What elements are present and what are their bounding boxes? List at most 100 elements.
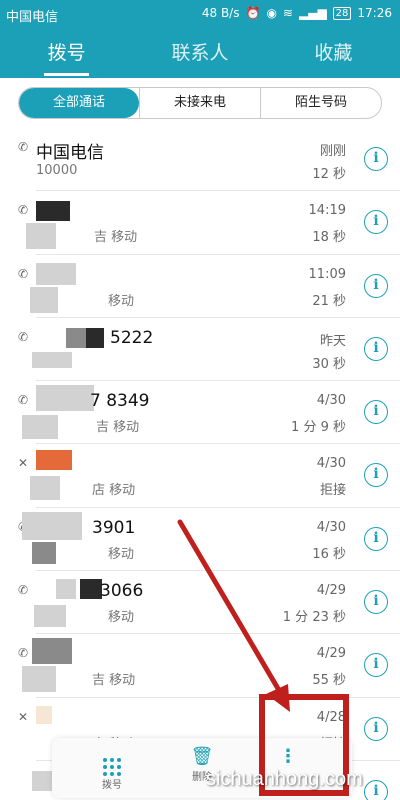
status-bar: 中国电信 48 B/s ⏰ ◉ ≋ ▂▄▆ 28 17:26: [0, 0, 400, 28]
tab-favorites[interactable]: 收藏: [267, 30, 400, 76]
redacted-block: [32, 770, 52, 791]
redacted-block: [36, 262, 76, 285]
filter-missed-calls[interactable]: 未接来电: [139, 88, 260, 118]
outgoing-call-icon: ✆: [18, 140, 29, 154]
info-icon[interactable]: i: [364, 400, 388, 425]
filter-unknown-numbers[interactable]: 陌生号码: [260, 88, 381, 118]
caller-name: 7 8349: [90, 391, 150, 412]
dialpad-icon: [82, 746, 142, 776]
caller-number: 移动: [108, 546, 135, 562]
call-log-row[interactable]: ✆ 3901 移动 4/30 16 秒 i: [18, 508, 400, 572]
call-time: 14:19: [308, 203, 346, 219]
redacted-block: [36, 385, 94, 412]
redacted-block: [86, 327, 104, 348]
redacted-block: [22, 666, 56, 693]
outgoing-call-icon: ✆: [18, 329, 29, 344]
caller-name: 中国电信: [36, 143, 104, 163]
redacted-block: [26, 223, 56, 250]
call-duration: 16 秒: [312, 546, 346, 562]
main-tabs: 拨号 联系人 收藏: [0, 30, 400, 76]
call-time: 昨天: [319, 333, 346, 349]
status-right: 48 B/s ⏰ ◉ ≋ ▂▄▆ 28 17:26: [202, 6, 392, 20]
outgoing-call-icon: ✆: [18, 583, 29, 598]
caller-name: 3066: [100, 581, 144, 602]
info-icon[interactable]: i: [364, 653, 388, 678]
signal-icon: ▂▄▆: [298, 6, 327, 20]
call-time: 4/28: [316, 709, 346, 725]
redacted-block: [32, 351, 72, 368]
outgoing-call-icon: ✆: [18, 203, 29, 218]
eye-icon: ◉: [266, 6, 277, 20]
redacted-block: [22, 511, 82, 540]
filter-all-calls[interactable]: 全部通话: [19, 88, 139, 118]
call-log: ✆ 中国电信 10000 刚刚 12 秒 i ✆ 吉 移动 14:19 18 秒…: [0, 128, 400, 800]
call-log-row[interactable]: ✆ 3066 移动 4/29 1 分 23 秒 i: [18, 571, 400, 635]
call-time: 4/30: [316, 519, 346, 535]
clock: 17:26: [357, 6, 392, 20]
redacted-block: [36, 450, 72, 471]
call-time: 11:09: [308, 266, 346, 282]
call-time: 刚刚: [319, 144, 346, 159]
tab-contacts[interactable]: 联系人: [133, 30, 266, 76]
rejected-call-icon: ✕: [18, 456, 29, 471]
trash-icon: 🗑: [190, 746, 214, 767]
dialpad-label: 拨号: [102, 780, 122, 791]
info-icon[interactable]: i: [364, 779, 388, 800]
info-icon[interactable]: i: [364, 147, 388, 171]
caller-number: 吉 移动: [94, 230, 138, 246]
caller-number: 店 移动: [92, 483, 136, 499]
redacted-block: [30, 286, 58, 313]
redacted-block: [80, 579, 102, 600]
outgoing-call-icon: ✆: [18, 646, 29, 661]
redacted-block: [32, 541, 56, 564]
call-duration: 拒接: [319, 483, 346, 499]
call-log-row[interactable]: ✆ 7 8349 吉 移动 4/30 1 分 9 秒 i: [18, 381, 400, 445]
tab-dial[interactable]: 拨号: [0, 30, 133, 76]
caller-number: 移动: [108, 610, 135, 626]
info-icon[interactable]: i: [364, 336, 388, 361]
info-icon[interactable]: i: [364, 463, 388, 488]
more-vertical-icon: ⋮: [279, 746, 297, 767]
info-icon[interactable]: i: [364, 716, 388, 741]
outgoing-call-icon: ✆: [18, 266, 29, 281]
network-speed: 48 B/s: [201, 6, 240, 20]
redacted-block: [34, 605, 66, 628]
redacted-block: [56, 579, 76, 600]
call-log-row[interactable]: ✆ 中国电信 10000 刚刚 12 秒 i: [18, 128, 400, 192]
call-time: 4/30: [316, 393, 346, 409]
call-duration: 18 秒: [312, 230, 346, 246]
call-log-row[interactable]: ✕ 店 移动 4/30 拒接 i: [18, 444, 400, 508]
wifi-icon: ≋: [282, 6, 293, 20]
info-icon[interactable]: i: [364, 210, 388, 235]
call-log-row[interactable]: ✆ 移动 11:09 21 秒 i: [18, 255, 400, 318]
call-duration: 30 秒: [312, 356, 346, 372]
redacted-block: [66, 327, 86, 348]
call-duration: 21 秒: [312, 293, 346, 309]
header: 中国电信 48 B/s ⏰ ◉ ≋ ▂▄▆ 28 17:26 拨号 联系人 收藏: [0, 0, 400, 78]
call-log-row[interactable]: ✆ 吉 移动 4/29 55 秒 i: [18, 634, 400, 698]
call-duration: 1 分 23 秒: [282, 610, 346, 626]
call-log-row[interactable]: ✆ 5222 昨天 30 秒 i: [18, 318, 400, 382]
caller-number: 吉 移动: [92, 673, 136, 689]
redacted-block: [36, 705, 52, 724]
call-duration: 55 秒: [312, 673, 346, 689]
call-log-row[interactable]: ✆ 吉 移动 14:19 18 秒 i: [18, 191, 400, 255]
info-icon[interactable]: i: [364, 526, 388, 551]
caller-name: 3901: [92, 517, 136, 538]
redacted-block: [32, 638, 72, 665]
redacted-block: [30, 476, 60, 501]
rejected-call-icon: ✕: [18, 709, 29, 724]
caller-number: 吉 移动: [96, 420, 140, 436]
call-time: 4/29: [316, 646, 346, 662]
caller-name: 5222: [110, 327, 154, 348]
call-time: 4/29: [316, 583, 346, 599]
dialpad-button[interactable]: 拨号: [82, 746, 142, 791]
info-icon[interactable]: i: [364, 273, 388, 298]
battery-icon: 28: [332, 6, 352, 20]
carrier-label: 中国电信: [6, 10, 59, 25]
more-button[interactable]: ⋮: [258, 746, 318, 768]
call-duration: 1 分 9 秒: [291, 420, 346, 436]
call-duration: 12 秒: [312, 167, 346, 182]
call-time: 4/30: [316, 456, 346, 472]
info-icon[interactable]: i: [364, 590, 388, 615]
